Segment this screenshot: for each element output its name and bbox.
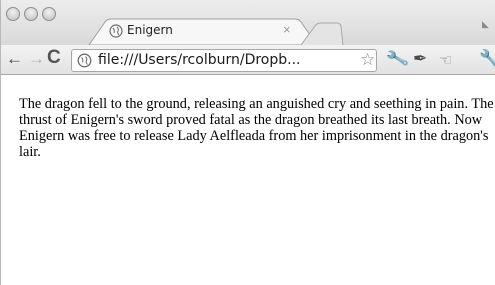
tab-close-icon[interactable]: × xyxy=(283,22,291,37)
hand-icon[interactable]: ☜ xyxy=(439,51,452,69)
wrench-icon[interactable]: 🔧 xyxy=(385,47,411,72)
page-content: The dragon fell to the ground, releasing… xyxy=(1,76,495,285)
address-bar[interactable]: file:///Users/rcolburn/Dropb... ☆ xyxy=(71,49,377,72)
browser-toolbar: ← → C file:///Users/rcolburn/Dropb... ☆ … xyxy=(1,45,495,75)
url-text[interactable]: file:///Users/rcolburn/Dropb... xyxy=(98,52,301,68)
settings-wrench-icon[interactable]: 🔧 xyxy=(479,49,495,69)
pin-icon[interactable]: ✒ xyxy=(413,49,427,69)
tab-title: Enigern xyxy=(127,23,173,37)
bookmark-star-icon[interactable]: ☆ xyxy=(360,50,375,70)
globe-icon xyxy=(109,24,123,38)
story-paragraph: The dragon fell to the ground, releasing… xyxy=(19,96,494,160)
forward-button[interactable]: → xyxy=(28,50,45,68)
fullscreen-icon[interactable]: ◣ xyxy=(482,19,489,30)
back-button[interactable]: ← xyxy=(6,50,23,68)
tab-shape xyxy=(88,18,344,45)
reload-button[interactable]: C xyxy=(47,48,61,67)
browser-window: Enigern × ◣ ← → C file:///Users/rcolburn… xyxy=(0,0,495,285)
tab-strip: Enigern × ◣ xyxy=(1,0,495,45)
page-icon xyxy=(77,53,92,68)
